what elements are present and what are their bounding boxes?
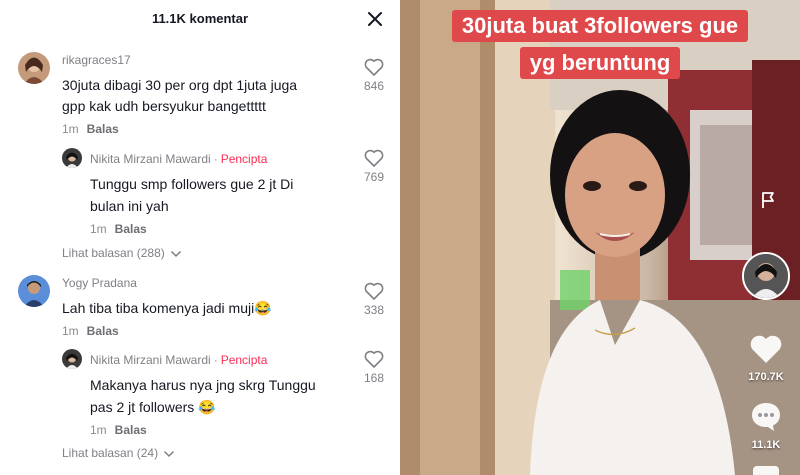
caption-line: 30juta buat 3followers gue bbox=[451, 10, 749, 42]
reply-button[interactable]: Balas bbox=[115, 222, 147, 236]
close-icon[interactable] bbox=[364, 8, 386, 30]
like-count: 168 bbox=[363, 371, 385, 385]
comment-age: 1m bbox=[90, 423, 107, 437]
video-comment-button[interactable]: 11.1K bbox=[736, 400, 796, 451]
avatar[interactable] bbox=[62, 349, 82, 369]
like-button[interactable]: 769 bbox=[362, 149, 386, 184]
comment-username[interactable]: Yogy Pradana bbox=[62, 276, 137, 290]
comment-meta: 1m Balas bbox=[90, 222, 147, 236]
separator-dot: · bbox=[213, 152, 218, 166]
comment-text-line: Lah tiba tiba komenya jadi muji😂 bbox=[62, 300, 272, 316]
comments-header: 11.1K komentar bbox=[0, 0, 400, 38]
comment-bubble-icon bbox=[752, 403, 780, 431]
comment-text-line: gpp kak udh bersyukur bangettttt bbox=[62, 98, 266, 114]
comment-age: 1m bbox=[62, 122, 79, 136]
comment-age: 1m bbox=[62, 324, 79, 338]
comment-age: 1m bbox=[90, 222, 107, 236]
like-count: 769 bbox=[363, 170, 385, 184]
creator-badge: Pencipta bbox=[220, 353, 268, 367]
view-replies-label: Lihat balasan (288) bbox=[62, 246, 165, 260]
caption-line: yg beruntung bbox=[519, 47, 681, 79]
video-player[interactable]: 30juta buat 3followers gue yg beruntung … bbox=[400, 0, 800, 475]
like-button[interactable]: 846 bbox=[362, 58, 386, 93]
creator-avatar[interactable] bbox=[742, 252, 790, 300]
video-comment-count: 11.1K bbox=[751, 439, 781, 451]
comments-count-title: 11.1K komentar bbox=[151, 11, 249, 26]
comment-text-line: bulan ini yah bbox=[90, 198, 169, 214]
view-replies-button[interactable]: Lihat balasan (24) bbox=[62, 446, 175, 460]
avatar[interactable] bbox=[62, 148, 82, 168]
comment-username[interactable]: rikagraces17 bbox=[62, 53, 131, 67]
comment-meta: 1m Balas bbox=[90, 423, 147, 437]
report-flag-icon[interactable] bbox=[758, 190, 778, 210]
like-count: 338 bbox=[363, 303, 385, 317]
view-replies-label: Lihat balasan (24) bbox=[62, 446, 159, 460]
share-icon[interactable] bbox=[753, 466, 779, 475]
heart-icon bbox=[364, 350, 384, 368]
comment-meta: 1m Balas bbox=[62, 122, 119, 136]
comment-text-line: pas 2 jt followers 😂 bbox=[90, 399, 216, 415]
heart-icon bbox=[364, 58, 384, 76]
chevron-down-icon bbox=[164, 450, 175, 457]
like-button[interactable]: 338 bbox=[362, 282, 386, 317]
comment-text-line: Tunggu smp followers gue 2 jt Di bbox=[90, 176, 294, 192]
video-like-count: 170.7K bbox=[748, 371, 784, 383]
video-like-button[interactable]: 170.7K bbox=[736, 334, 796, 383]
comment-text-line: 30juta dibagi 30 per org dpt 1juta juga bbox=[62, 77, 298, 93]
heart-icon bbox=[364, 282, 384, 300]
creator-badge: Pencipta bbox=[220, 152, 268, 166]
separator-dot: · bbox=[213, 353, 218, 367]
comment-username[interactable]: Nikita Mirzani Mawardi · Pencipta bbox=[90, 353, 267, 367]
creator-name[interactable]: Nikita Mirzani Mawardi bbox=[90, 353, 211, 367]
chevron-down-icon bbox=[171, 250, 182, 257]
avatar[interactable] bbox=[18, 52, 50, 84]
reply-button[interactable]: Balas bbox=[115, 423, 147, 437]
view-replies-button[interactable]: Lihat balasan (288) bbox=[62, 246, 182, 260]
like-button[interactable]: 168 bbox=[362, 350, 386, 385]
comment-text-line: Makanya harus nya jng skrg Tunggu bbox=[90, 377, 316, 393]
video-caption: 30juta buat 3followers gue bbox=[400, 10, 800, 42]
comments-panel: 11.1K komentar rikagraces17 30juta dibag… bbox=[0, 0, 400, 475]
heart-icon bbox=[364, 149, 384, 167]
comment-username[interactable]: Nikita Mirzani Mawardi · Pencipta bbox=[90, 152, 267, 166]
heart-icon bbox=[750, 335, 782, 363]
creator-name[interactable]: Nikita Mirzani Mawardi bbox=[90, 152, 211, 166]
comment-meta: 1m Balas bbox=[62, 324, 119, 338]
avatar[interactable] bbox=[18, 275, 50, 307]
reply-button[interactable]: Balas bbox=[87, 122, 119, 136]
video-caption: yg beruntung bbox=[400, 47, 800, 79]
reply-button[interactable]: Balas bbox=[87, 324, 119, 338]
like-count: 846 bbox=[363, 79, 385, 93]
